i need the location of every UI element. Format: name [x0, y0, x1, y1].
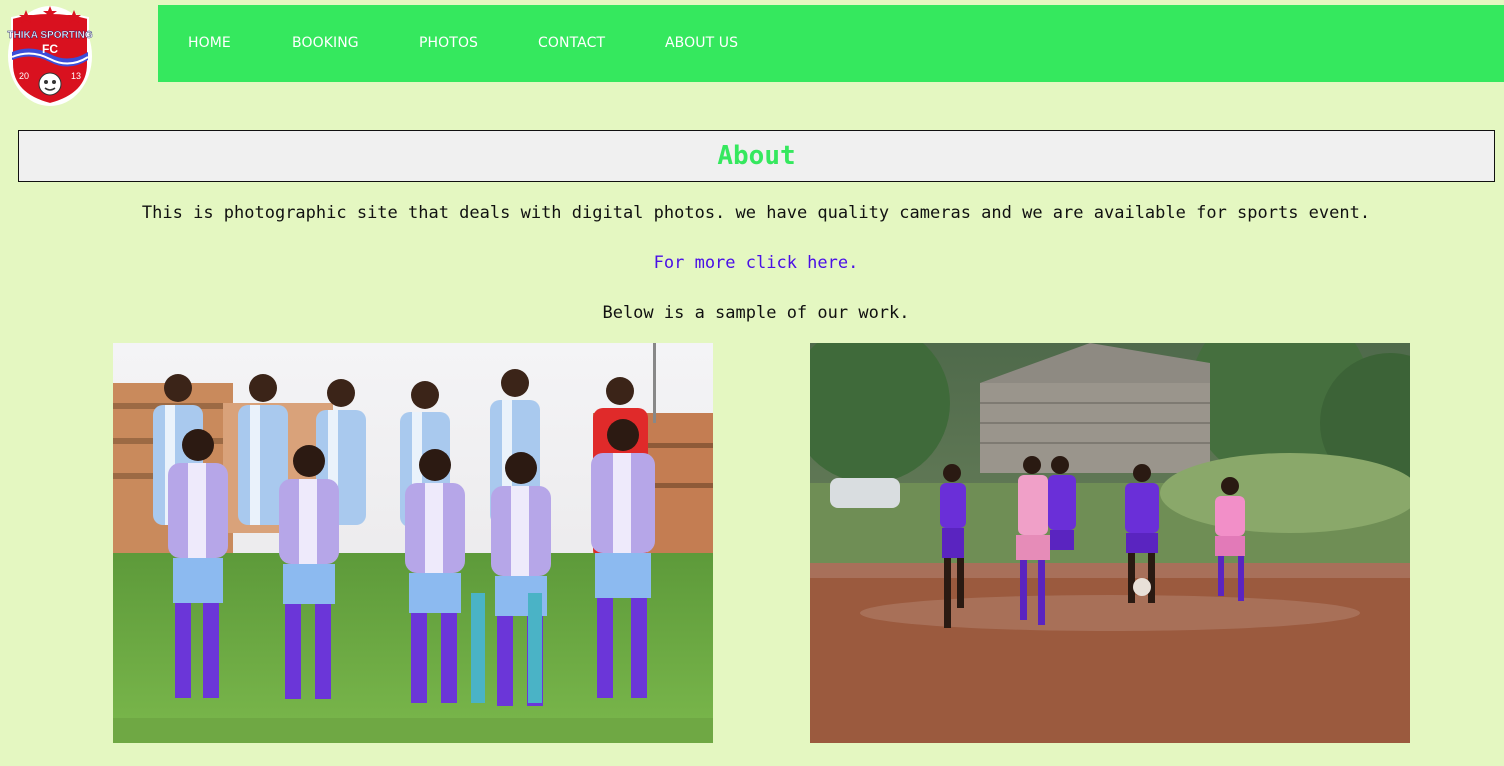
about-heading-box: About: [18, 130, 1495, 182]
nav-home-link[interactable]: HOME: [188, 35, 231, 51]
sample-intro-text: Below is a sample of our work.: [602, 303, 910, 323]
svg-text:20: 20: [19, 71, 29, 81]
club-crest-icon: THIKA SPORTING FC 20 13: [7, 6, 93, 106]
site-description: This is photographic site that deals wit…: [141, 203, 1371, 223]
nav-contact-link[interactable]: CONTACT: [538, 35, 605, 51]
svg-text:THIKA SPORTING: THIKA SPORTING: [7, 30, 92, 41]
team-photo: [113, 343, 713, 743]
page-title: About: [717, 141, 796, 171]
more-link-paragraph: For more click here.: [0, 253, 1504, 273]
svg-text:FC: FC: [42, 42, 58, 56]
main-navigation: HOME BOOKING PHOTOS CONTACT ABOUT US: [158, 5, 1504, 82]
more-info-link[interactable]: For more click here.: [654, 253, 859, 273]
nav-about-us-link[interactable]: ABOUT US: [665, 35, 738, 51]
nav-photos-link[interactable]: PHOTOS: [419, 35, 478, 51]
team-lineup-image: [113, 343, 713, 743]
match-photo: [810, 343, 1410, 743]
svg-text:13: 13: [71, 71, 81, 81]
club-logo[interactable]: THIKA SPORTING FC 20 13: [6, 4, 94, 108]
nav-booking-link[interactable]: BOOKING: [292, 35, 359, 51]
match-action-image: [810, 343, 1410, 743]
